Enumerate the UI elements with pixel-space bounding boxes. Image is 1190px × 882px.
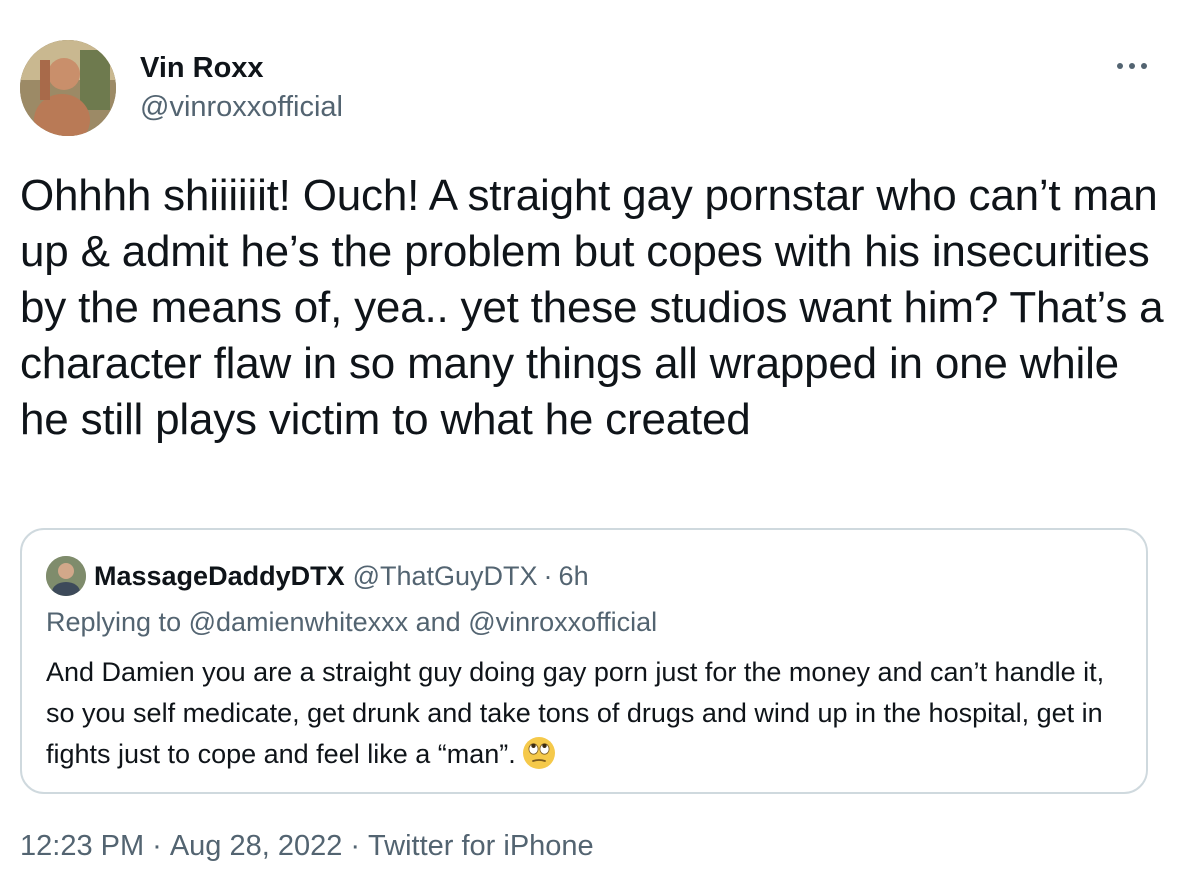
separator-dot: · <box>350 830 361 862</box>
replying-to: Replying to @damienwhitexxx and @vinroxx… <box>46 607 657 638</box>
quoted-tweet-header: MassageDaddyDTX @ThatGuyDTX · 6h <box>46 556 589 596</box>
quoted-tweet-time[interactable]: 6h <box>559 561 589 592</box>
tweet-date[interactable]: Aug 28, 2022 <box>170 830 343 862</box>
author-handle[interactable]: @vinroxxofficial <box>140 87 343 127</box>
mention-vinroxxofficial[interactable]: @vinroxxofficial <box>468 607 657 637</box>
mention-damienwhitexxx[interactable]: @damienwhitexxx <box>189 607 409 637</box>
quoted-author-display-name[interactable]: MassageDaddyDTX <box>94 561 345 592</box>
replying-to-label: Replying to <box>46 607 182 637</box>
quoted-author-avatar[interactable] <box>46 556 86 596</box>
separator-dot: · <box>152 830 162 862</box>
tweet-footer: 12:23 PM · Aug 28, 2022 · Twitter for iPhone <box>20 830 594 863</box>
rolling-eyes-emoji-icon <box>522 737 555 769</box>
more-options-button[interactable] <box>1114 52 1150 80</box>
replying-and: and <box>415 607 461 637</box>
author-display-name[interactable]: Vin Roxx <box>140 49 343 87</box>
quoted-author-handle[interactable]: @ThatGuyDTX <box>353 561 538 592</box>
separator-dot: · <box>543 560 553 591</box>
quoted-tweet[interactable]: MassageDaddyDTX @ThatGuyDTX · 6h Replyin… <box>20 528 1148 794</box>
quoted-tweet-text: And Damien you are a straight guy doing … <box>46 657 1105 769</box>
tweet-time[interactable]: 12:23 PM <box>20 830 144 862</box>
author-avatar[interactable] <box>20 40 116 136</box>
author-names: Vin Roxx @vinroxxofficial <box>140 40 343 136</box>
tweet: Vin Roxx @vinroxxofficial Ohhhh shiiiiii… <box>0 0 1190 882</box>
tweet-text: Ohhhh shiiiiiit! Ouch! A straight gay po… <box>20 171 1164 444</box>
more-horizontal-icon <box>1117 63 1147 69</box>
tweet-source[interactable]: Twitter for iPhone <box>368 830 594 862</box>
quoted-tweet-text-block: And Damien you are a straight guy doing … <box>46 652 1126 775</box>
tweet-header: Vin Roxx @vinroxxofficial <box>20 40 343 136</box>
